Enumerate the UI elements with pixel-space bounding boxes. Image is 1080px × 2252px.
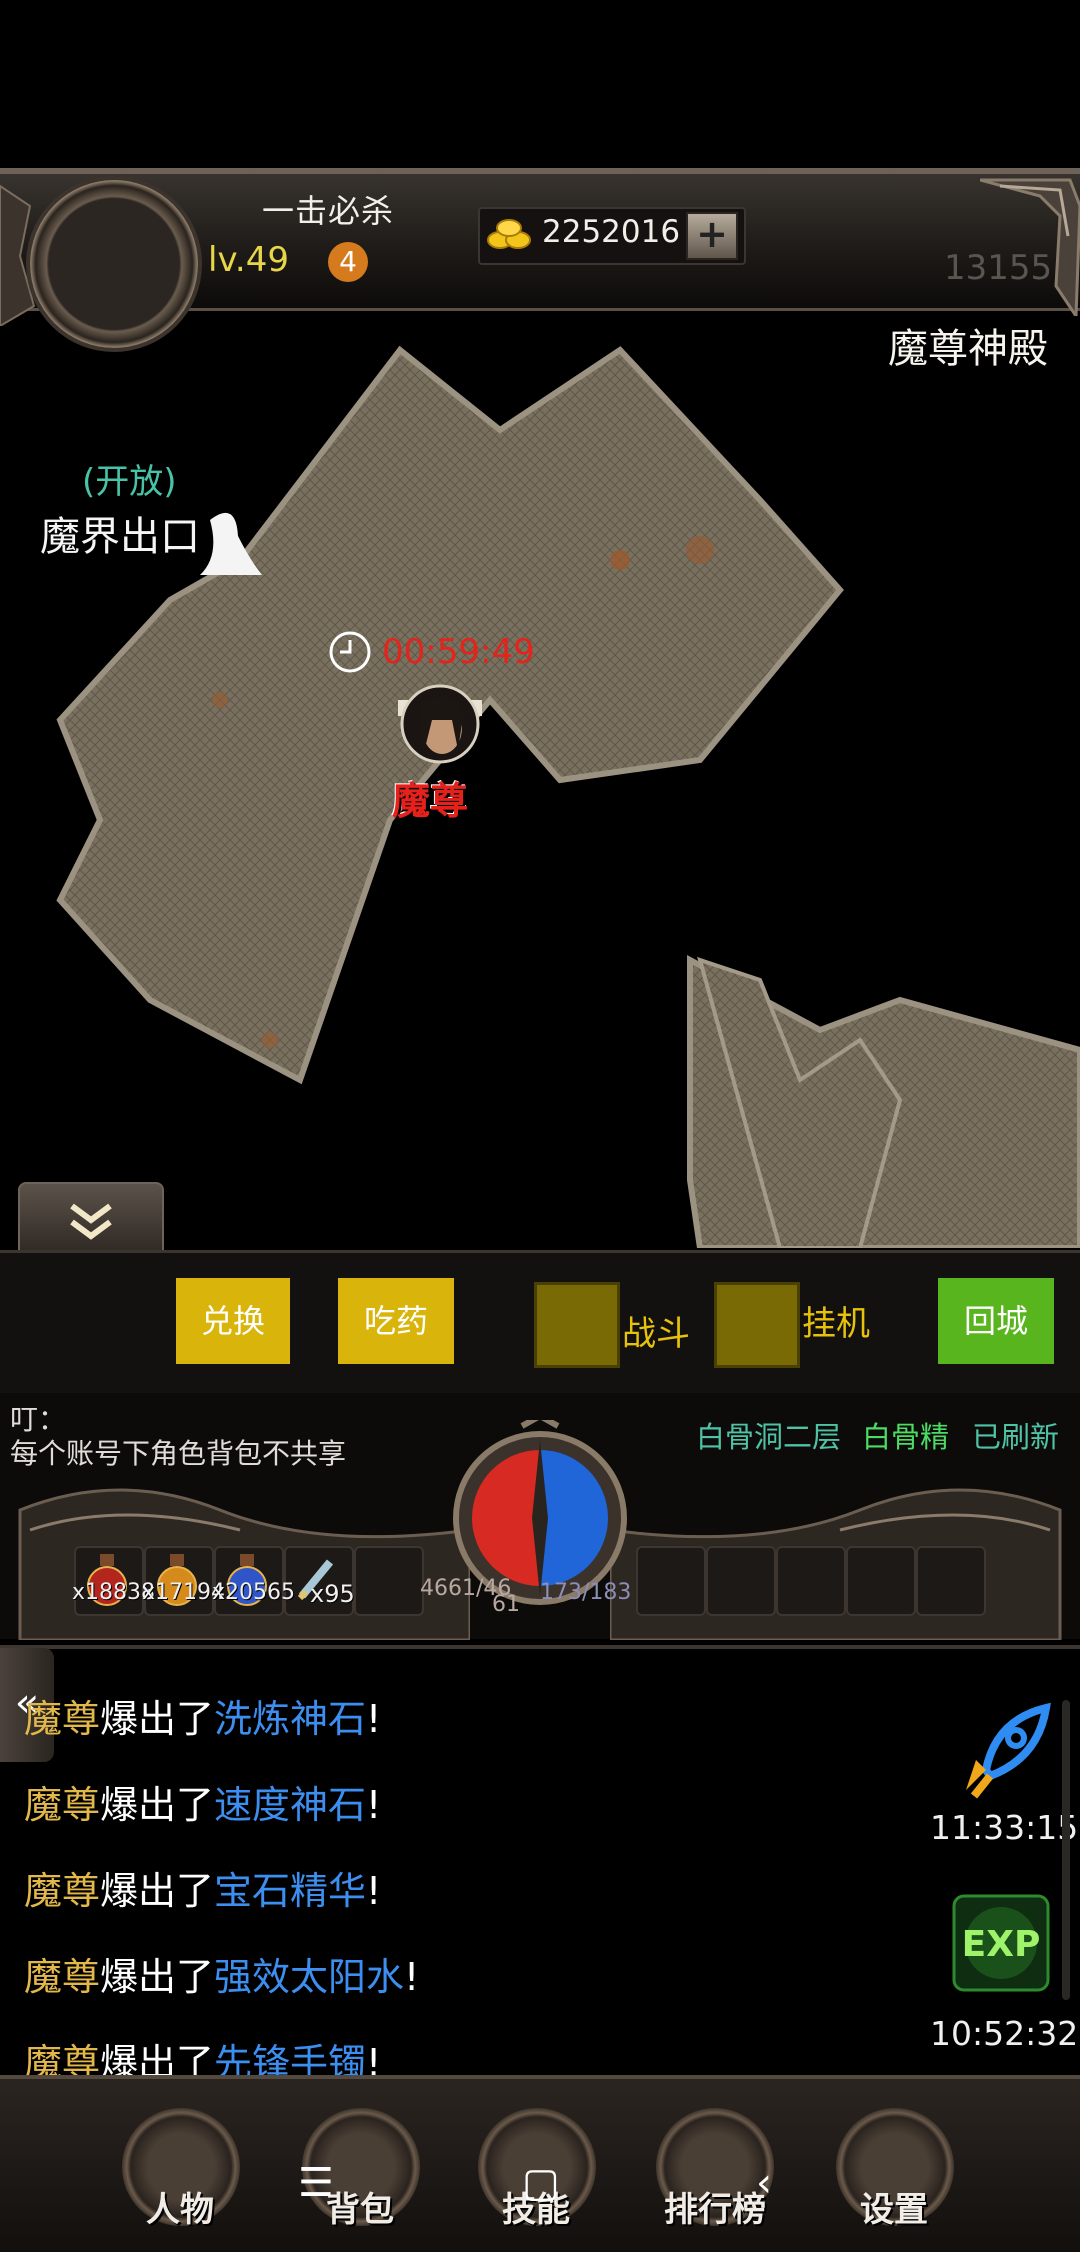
- item-slot[interactable]: [636, 1546, 706, 1616]
- idle-checkbox[interactable]: [714, 1282, 800, 1368]
- use-potion-button[interactable]: 吃药: [338, 1278, 454, 1364]
- vip-badge[interactable]: 4: [328, 242, 368, 282]
- game-map[interactable]: [0, 308, 1080, 1248]
- exchange-button[interactable]: 兑换: [176, 1278, 290, 1364]
- scroll-count: x95: [310, 1580, 355, 1608]
- chat-line: 魔尊爆出了强效太阳水!: [24, 1955, 420, 1999]
- item-slot[interactable]: [776, 1546, 846, 1616]
- mp-value: 173/183: [540, 1580, 632, 1605]
- item-slot[interactable]: [706, 1546, 776, 1616]
- refresh-location: 白骨洞二层: [696, 1420, 842, 1454]
- chat-line: 魔尊爆出了洗炼神石!: [24, 1697, 382, 1741]
- refresh-monster: 白骨精: [862, 1420, 950, 1454]
- chat-scrollbar[interactable]: [1062, 1700, 1070, 2000]
- item-slot[interactable]: [846, 1546, 916, 1616]
- event-time: 11:33:15: [930, 1808, 1079, 1847]
- settings-label: 设置: [860, 2190, 928, 2230]
- gold-ingot-icon: [487, 219, 531, 249]
- menu-icon[interactable]: ☰: [298, 2160, 334, 2206]
- item-slot[interactable]: [354, 1546, 424, 1616]
- notice-text: 每个账号下角色背包不共享: [10, 1437, 347, 1470]
- boss-portrait-icon[interactable]: [398, 680, 482, 768]
- character-label: 人物: [146, 2190, 214, 2230]
- portal-name[interactable]: 魔界出口: [40, 504, 200, 562]
- exp-label: EXP: [962, 1924, 1041, 1965]
- battle-checkbox[interactable]: [534, 1282, 620, 1368]
- bag-label: 背包: [326, 2190, 394, 2230]
- item-slot[interactable]: [916, 1546, 986, 1616]
- rocket-icon[interactable]: [946, 1700, 1056, 1800]
- combat-power: 13155: [944, 248, 1053, 288]
- double-chevron-down-icon: [70, 1203, 112, 1240]
- player-name: 一击必杀: [262, 192, 395, 230]
- collapse-panel-button[interactable]: [18, 1182, 164, 1256]
- boss-name: 魔尊: [392, 779, 469, 823]
- boss-respawn-timer: 00:59:49: [382, 632, 535, 672]
- clock-icon: [329, 631, 371, 673]
- refresh-state: 已刷新: [972, 1420, 1060, 1454]
- return-city-button[interactable]: 回城: [938, 1278, 1054, 1364]
- event-time: 10:52:32: [930, 2014, 1079, 2053]
- corner-ornament-icon: [980, 178, 1080, 316]
- item-link[interactable]: 洗炼神石: [214, 1697, 366, 1741]
- exp-boost-icon[interactable]: EXP: [946, 1888, 1056, 1998]
- player-level: lv.49: [208, 240, 289, 280]
- item-link[interactable]: 强效太阳水: [214, 1955, 404, 1999]
- home-icon[interactable]: ▢: [522, 2160, 560, 2206]
- chat-line: 魔尊爆出了宝石精华!: [24, 1869, 382, 1913]
- portal-status: (开放): [82, 462, 177, 502]
- ranking-label: 排行榜: [664, 2190, 766, 2230]
- back-icon[interactable]: ‹: [756, 2160, 772, 2206]
- gold-amount: 2252016: [542, 214, 681, 250]
- potion-count-blue: x20565: [212, 1580, 296, 1605]
- chat-line: 魔尊爆出了速度神石!: [24, 1783, 382, 1827]
- item-link[interactable]: 宝石精华: [214, 1869, 366, 1913]
- idle-label: 挂机: [802, 1304, 870, 1344]
- item-link[interactable]: 速度神石: [214, 1783, 366, 1827]
- battle-label: 战斗: [622, 1314, 690, 1354]
- add-gold-button[interactable]: +: [686, 212, 738, 260]
- hp-value-overflow: 61: [492, 1592, 520, 1617]
